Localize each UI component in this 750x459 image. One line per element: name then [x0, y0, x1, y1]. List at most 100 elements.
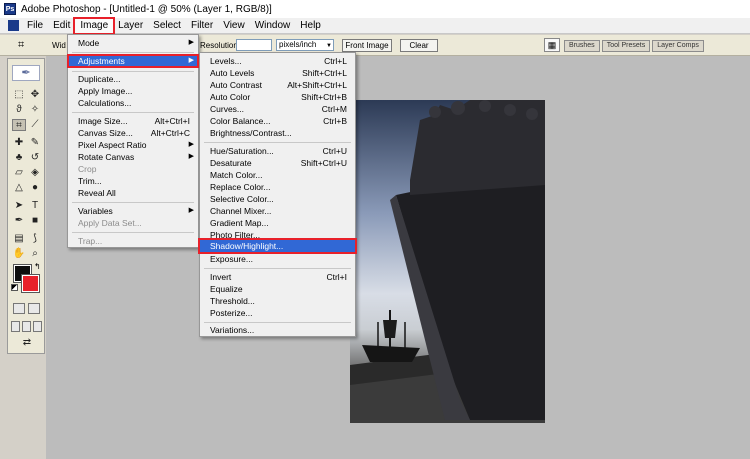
background-color-swatch[interactable] — [21, 274, 40, 293]
full-screen-menu-mode-icon[interactable] — [22, 321, 31, 332]
type-tool-icon[interactable]: T — [28, 200, 42, 212]
magic-wand-tool-icon[interactable]: ✧ — [28, 104, 42, 116]
menu-item-color-balance[interactable]: Color Balance... Ctrl+B — [200, 115, 355, 127]
menu-help[interactable]: Help — [295, 19, 326, 33]
menu-item-threshold[interactable]: Threshold... — [200, 295, 355, 307]
well-tab-layer-comps[interactable]: Layer Comps — [652, 40, 704, 52]
history-brush-tool-icon[interactable]: ↺ — [28, 152, 42, 164]
standard-screen-mode-icon[interactable] — [11, 321, 20, 332]
lasso-tool-icon[interactable]: ϑ — [12, 104, 26, 116]
menu-item-match-color[interactable]: Match Color... — [200, 169, 355, 181]
eraser-tool-icon[interactable]: ▱ — [12, 167, 26, 179]
chevron-down-icon: ▼ — [326, 43, 332, 49]
menu-layer[interactable]: Layer — [113, 19, 148, 33]
menu-item-pixel-aspect-ratio[interactable]: Pixel Aspect Ratio ▶ — [68, 139, 198, 151]
menu-item-posterize[interactable]: Posterize... — [200, 307, 355, 319]
blur-tool-icon[interactable]: △ — [12, 182, 26, 194]
menu-item-shortcut: Ctrl+L — [324, 56, 347, 66]
zoom-tool-icon[interactable]: ⌕ — [28, 248, 42, 260]
menu-item-invert[interactable]: Invert Ctrl+I — [200, 271, 355, 283]
menu-item-brightness-contrast[interactable]: Brightness/Contrast... — [200, 127, 355, 139]
palette-well: Brushes Tool Presets Layer Comps — [564, 40, 704, 52]
clear-button[interactable]: Clear — [400, 39, 438, 52]
palette-well-icon[interactable]: ▦ — [544, 38, 560, 52]
menu-item-apply-data-set: Apply Data Set... — [78, 218, 142, 228]
menu-item-gradient-map[interactable]: Gradient Map... — [200, 217, 355, 229]
marquee-tool-icon[interactable]: ⬚ — [12, 89, 26, 101]
menu-item-variables[interactable]: Variables ▶ — [68, 205, 198, 217]
feather-logo-icon[interactable]: ✒ — [12, 65, 40, 81]
slice-tool-icon[interactable]: ⟋ — [28, 119, 42, 131]
menu-item-label: Auto Levels — [210, 68, 255, 78]
menu-item-equalize[interactable]: Equalize — [200, 283, 355, 295]
path-selection-tool-icon[interactable]: ➤ — [12, 200, 26, 212]
swap-colors-icon[interactable]: ↰ — [34, 262, 41, 271]
menu-item-auto-contrast[interactable]: Auto Contrast Alt+Shift+Ctrl+L — [200, 79, 355, 91]
eyedropper-tool-icon[interactable]: ⟆ — [28, 233, 42, 245]
menu-item-label: Levels... — [210, 56, 242, 66]
dodge-tool-icon[interactable]: ● — [28, 182, 42, 194]
menu-item-shadow-highlight[interactable]: Shadow/Highlight... — [198, 238, 357, 254]
menu-item-levels[interactable]: Levels... Ctrl+L — [200, 55, 355, 67]
menu-item-selective-color[interactable]: Selective Color... — [200, 193, 355, 205]
paint-bucket-tool-icon[interactable]: ◈ — [28, 167, 42, 179]
menu-select[interactable]: Select — [148, 19, 186, 33]
resolution-label: Resolution: — [200, 41, 241, 50]
resolution-input[interactable] — [236, 39, 272, 51]
menu-item-hue-saturation[interactable]: Hue/Saturation... Ctrl+U — [200, 145, 355, 157]
shape-tool-icon[interactable]: ■ — [28, 215, 42, 227]
menu-item-variations[interactable]: Variations... — [200, 324, 355, 336]
title-bar: Ps Adobe Photoshop - [Untitled-1 @ 50% (… — [0, 0, 750, 18]
crop-tool-icon[interactable]: ⌗ — [12, 119, 26, 131]
menu-item-label: Hue/Saturation... — [210, 146, 274, 156]
menu-item-adjustments[interactable]: Adjustments ▶ — [67, 54, 199, 68]
well-tab-brushes[interactable]: Brushes — [564, 40, 600, 52]
crop-tool-preset-icon[interactable]: ⌗ — [18, 39, 32, 52]
document-photo — [350, 100, 545, 423]
menu-item-canvas-size[interactable]: Canvas Size... Alt+Ctrl+C — [68, 127, 198, 139]
quick-mask-mode-icon[interactable] — [28, 303, 40, 314]
menu-item-shortcut: Alt+Shift+Ctrl+L — [287, 80, 347, 90]
menu-item-channel-mixer[interactable]: Channel Mixer... — [200, 205, 355, 217]
full-screen-mode-icon[interactable] — [33, 321, 42, 332]
menu-item-label: Desaturate — [210, 158, 252, 168]
jump-to-imageready-icon[interactable]: ⇄ — [16, 337, 38, 349]
move-tool-icon[interactable]: ✥ — [28, 89, 42, 101]
clone-stamp-tool-icon[interactable]: ♣ — [12, 152, 26, 164]
menu-item-duplicate[interactable]: Duplicate... — [68, 73, 198, 85]
resolution-unit-select[interactable]: pixels/inch ▼ — [276, 39, 334, 51]
menu-file[interactable]: File — [22, 19, 48, 33]
well-tab-tool-presets[interactable]: Tool Presets — [601, 40, 651, 52]
menu-item-exposure[interactable]: Exposure... — [200, 253, 355, 265]
healing-brush-tool-icon[interactable]: ✚ — [12, 137, 26, 149]
menu-item-label: Adjustments — [78, 56, 125, 66]
hand-tool-icon[interactable]: ✋ — [12, 248, 26, 260]
menu-item-rotate-canvas[interactable]: Rotate Canvas ▶ — [68, 151, 198, 163]
menu-item-apply-image[interactable]: Apply Image... — [68, 85, 198, 97]
notes-tool-icon[interactable]: ▤ — [12, 233, 26, 245]
app-menu-icon[interactable] — [8, 20, 19, 31]
menu-separator — [204, 142, 351, 143]
brush-tool-icon[interactable]: ✎ — [28, 137, 42, 149]
menu-item-curves[interactable]: Curves... Ctrl+M — [200, 103, 355, 115]
menu-edit[interactable]: Edit — [48, 19, 75, 33]
front-image-button[interactable]: Front Image — [342, 39, 392, 52]
menu-window[interactable]: Window — [250, 19, 296, 33]
menu-separator — [72, 71, 194, 72]
pen-tool-icon[interactable]: ✒ — [12, 215, 26, 227]
menu-item-image-size[interactable]: Image Size... Alt+Ctrl+I — [68, 115, 198, 127]
menu-item-auto-color[interactable]: Auto Color Shift+Ctrl+B — [200, 91, 355, 103]
menu-item-mode[interactable]: Mode ▶ — [68, 37, 198, 49]
photoshop-logo-icon: Ps — [4, 3, 16, 15]
menu-item-trim[interactable]: Trim... — [68, 175, 198, 187]
menu-filter[interactable]: Filter — [186, 19, 218, 33]
default-colors-icon[interactable] — [11, 284, 18, 291]
menu-item-reveal-all[interactable]: Reveal All — [68, 187, 198, 199]
menu-item-calculations[interactable]: Calculations... — [68, 97, 198, 109]
menu-item-auto-levels[interactable]: Auto Levels Shift+Ctrl+L — [200, 67, 355, 79]
standard-mode-icon[interactable] — [13, 303, 25, 314]
menu-item-replace-color[interactable]: Replace Color... — [200, 181, 355, 193]
menu-view[interactable]: View — [218, 19, 250, 33]
menu-item-desaturate[interactable]: Desaturate Shift+Ctrl+U — [200, 157, 355, 169]
menu-image[interactable]: Image — [73, 16, 116, 35]
